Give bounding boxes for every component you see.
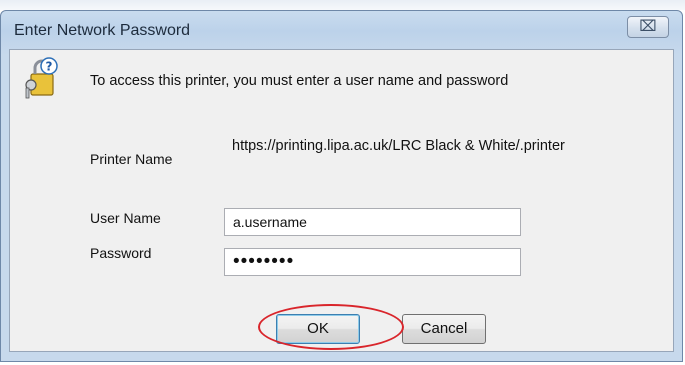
- password-label: Password: [90, 245, 152, 261]
- title-bar[interactable]: Enter Network Password ⌧: [1, 11, 682, 47]
- user-name-input[interactable]: [224, 208, 521, 236]
- svg-text:?: ?: [46, 60, 53, 74]
- prompt-text: To access this printer, you must enter a…: [90, 73, 509, 89]
- user-name-label: User Name: [90, 210, 161, 226]
- dialog-window: Enter Network Password ⌧ ? To access thi…: [0, 10, 683, 362]
- close-icon: ⌧: [639, 18, 657, 35]
- close-button[interactable]: ⌧: [627, 16, 669, 38]
- dialog-body: ? To access this printer, you must enter…: [9, 49, 674, 352]
- background-strip: [0, 0, 685, 10]
- key-lock-question-icon: ?: [25, 57, 58, 99]
- window-title: Enter Network Password: [14, 22, 191, 39]
- password-input[interactable]: [224, 248, 521, 276]
- cancel-button[interactable]: Cancel: [402, 314, 486, 344]
- ok-button[interactable]: OK: [276, 314, 360, 344]
- printer-name-value: https://printing.lipa.ac.uk/LRC Black & …: [232, 138, 565, 154]
- printer-name-label: Printer Name: [90, 151, 173, 167]
